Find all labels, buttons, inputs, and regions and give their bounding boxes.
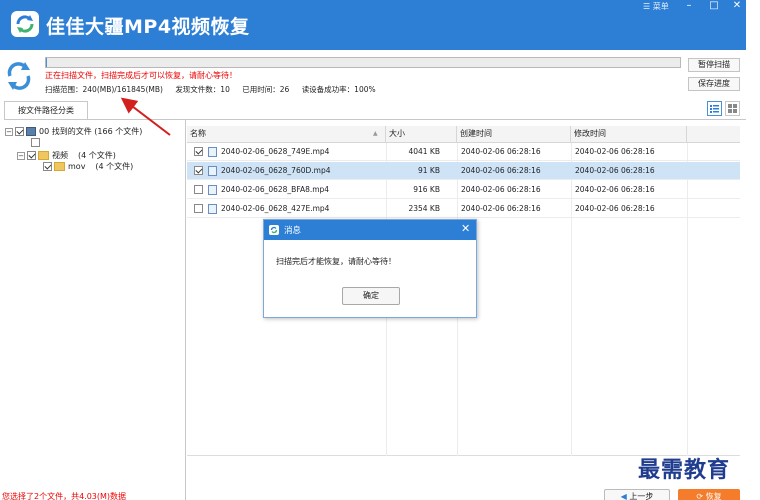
- video-checkbox[interactable]: [27, 151, 36, 160]
- recover-button[interactable]: ⟳ 恢复: [678, 489, 740, 500]
- tree-video-count: (4 个文件): [78, 151, 116, 160]
- tree-item-root[interactable]: − 00 找到的文件 (166 个文件): [5, 126, 142, 137]
- video-file-icon: [208, 166, 217, 176]
- file-size: 916 KB: [413, 185, 440, 194]
- tree-item-unnamed[interactable]: [31, 138, 42, 147]
- unnamed-checkbox[interactable]: [31, 138, 40, 147]
- file-modified: 2040-02-06 06:28:16: [575, 185, 655, 194]
- row-checkbox[interactable]: [194, 166, 203, 175]
- file-name: 2040-02-06_0628_BFA8.mp4: [221, 185, 330, 194]
- tab-by-file-path[interactable]: 按文件路径分类: [4, 101, 88, 120]
- grid-view-icon: [728, 104, 737, 113]
- tree-item-mov[interactable]: mov (4 个文件): [43, 161, 133, 172]
- table-row[interactable]: 2040-02-06_0628_BFA8.mp4 916 KB 2040-02-06…: [187, 181, 740, 199]
- selection-summary: 您选择了2个文件，共4.03(M)数据: [2, 492, 127, 500]
- table-row[interactable]: 2040-02-06_0628_760D.mp4 91 KB 2040-02-06 …: [187, 162, 740, 180]
- found-count: 发现文件数：10: [175, 85, 230, 94]
- grid-view-button[interactable]: [725, 101, 740, 116]
- table-row[interactable]: 2040-02-06_0628_749E.mp4 4041 KB 2040-02-0…: [187, 143, 740, 161]
- scan-progress-fill: [46, 58, 47, 67]
- title-bar: 佳佳大疆MP4视频恢复 ☰ 菜单 – □ ✕: [0, 0, 746, 50]
- sort-arrow-icon: ▲: [373, 130, 378, 137]
- folder-icon: [38, 151, 49, 160]
- file-modified: 2040-02-06 06:28:16: [575, 166, 655, 175]
- dialog-close-button[interactable]: ✕: [461, 222, 470, 235]
- elapsed-time: 已用时间：26: [242, 85, 290, 94]
- dialog-title: 消息: [284, 226, 302, 236]
- app-title: 佳佳大疆MP4视频恢复: [46, 16, 250, 38]
- dialog-ok-button[interactable]: 确定: [342, 287, 400, 305]
- file-modified: 2040-02-06 06:28:16: [575, 147, 655, 156]
- tree-item-video[interactable]: − 视频 (4 个文件): [17, 150, 116, 161]
- file-size: 2354 KB: [408, 204, 440, 213]
- dialog-message: 扫描完后才能恢复，请耐心等待！: [276, 257, 396, 266]
- row-checkbox[interactable]: [194, 204, 203, 213]
- column-name[interactable]: 名称 ▲: [187, 126, 386, 143]
- folder-tree: − 00 找到的文件 (166 个文件) − 视频 (4 个文件) mov (4…: [0, 120, 186, 500]
- root-checkbox[interactable]: [15, 127, 24, 136]
- dialog-app-icon: [269, 225, 279, 235]
- file-created: 2040-02-06 06:28:16: [461, 166, 541, 175]
- folder-icon: [54, 162, 65, 171]
- file-name: 2040-02-06_0628_427E.mp4: [221, 204, 330, 213]
- scan-stats: 扫描范围：240(MB)/161845(MB) 发现文件数：10 已用时间：26…: [45, 84, 386, 95]
- watermark: 最需教育: [638, 457, 731, 483]
- file-modified: 2040-02-06 06:28:16: [575, 204, 655, 213]
- file-created: 2040-02-06 06:28:16: [461, 185, 541, 194]
- menu-button[interactable]: ☰ 菜单: [643, 1, 669, 12]
- menu-label: 菜单: [652, 2, 669, 11]
- menu-icon: ☰: [643, 2, 651, 11]
- mov-checkbox[interactable]: [43, 162, 52, 171]
- tree-mov-label: mov: [68, 162, 86, 171]
- previous-step-button[interactable]: ◀ 上一步: [604, 489, 670, 500]
- column-size[interactable]: 大小: [386, 126, 457, 143]
- video-file-icon: [208, 147, 217, 157]
- file-created: 2040-02-06 06:28:16: [461, 204, 541, 213]
- close-button[interactable]: ✕: [730, 0, 744, 11]
- row-checkbox[interactable]: [194, 185, 203, 194]
- scan-range: 扫描范围：240(MB)/161845(MB): [45, 85, 163, 94]
- app-logo-icon: [11, 11, 39, 37]
- file-name: 2040-02-06_0628_749E.mp4: [221, 147, 330, 156]
- recover-icon: ⟳: [696, 492, 706, 500]
- list-view-button[interactable]: [707, 101, 722, 116]
- previous-step-label: 上一步: [629, 492, 654, 500]
- column-modified[interactable]: 修改时间: [571, 126, 687, 143]
- column-created[interactable]: 创建时间: [457, 126, 571, 143]
- collapse-icon[interactable]: −: [17, 151, 25, 160]
- row-checkbox[interactable]: [194, 147, 203, 156]
- save-progress-button[interactable]: 保存进度: [688, 77, 740, 91]
- file-size: 4041 KB: [408, 147, 440, 156]
- message-dialog: 消息 ✕ 扫描完后才能恢复，请耐心等待！ 确定: [263, 219, 477, 318]
- table-row[interactable]: 2040-02-06_0628_427E.mp4 2354 KB 2040-02-0…: [187, 200, 740, 218]
- pause-scan-button[interactable]: 暂停扫描: [688, 58, 740, 72]
- recover-label: 恢复: [705, 492, 722, 500]
- scan-status-text: 正在扫描文件，扫描完成后才可以恢复，请耐心等待！: [45, 71, 237, 80]
- scan-progress-bar: [45, 57, 681, 68]
- table-header: 名称 ▲ 大小 创建时间 修改时间: [187, 126, 740, 143]
- tree-root-label: 00 找到的文件 (166 个文件): [39, 127, 143, 136]
- column-name-label: 名称: [190, 129, 206, 138]
- dialog-header: 消息 ✕: [264, 220, 476, 240]
- recycle-icon: [7, 62, 31, 90]
- tree-mov-count: (4 个文件): [95, 162, 134, 171]
- file-name: 2040-02-06_0628_760D.mp4: [221, 166, 331, 175]
- video-file-icon: [208, 185, 217, 195]
- maximize-button[interactable]: □: [707, 0, 721, 11]
- collapse-icon[interactable]: −: [5, 127, 13, 136]
- read-success-rate: 读设备成功率：100%: [301, 85, 376, 94]
- minimize-button[interactable]: –: [682, 0, 696, 11]
- file-created: 2040-02-06 06:28:16: [461, 147, 541, 156]
- file-size: 91 KB: [418, 166, 440, 175]
- tree-video-label: 视频: [52, 151, 68, 160]
- computer-icon: [26, 127, 36, 136]
- video-file-icon: [208, 204, 217, 214]
- list-view-icon: [710, 105, 719, 113]
